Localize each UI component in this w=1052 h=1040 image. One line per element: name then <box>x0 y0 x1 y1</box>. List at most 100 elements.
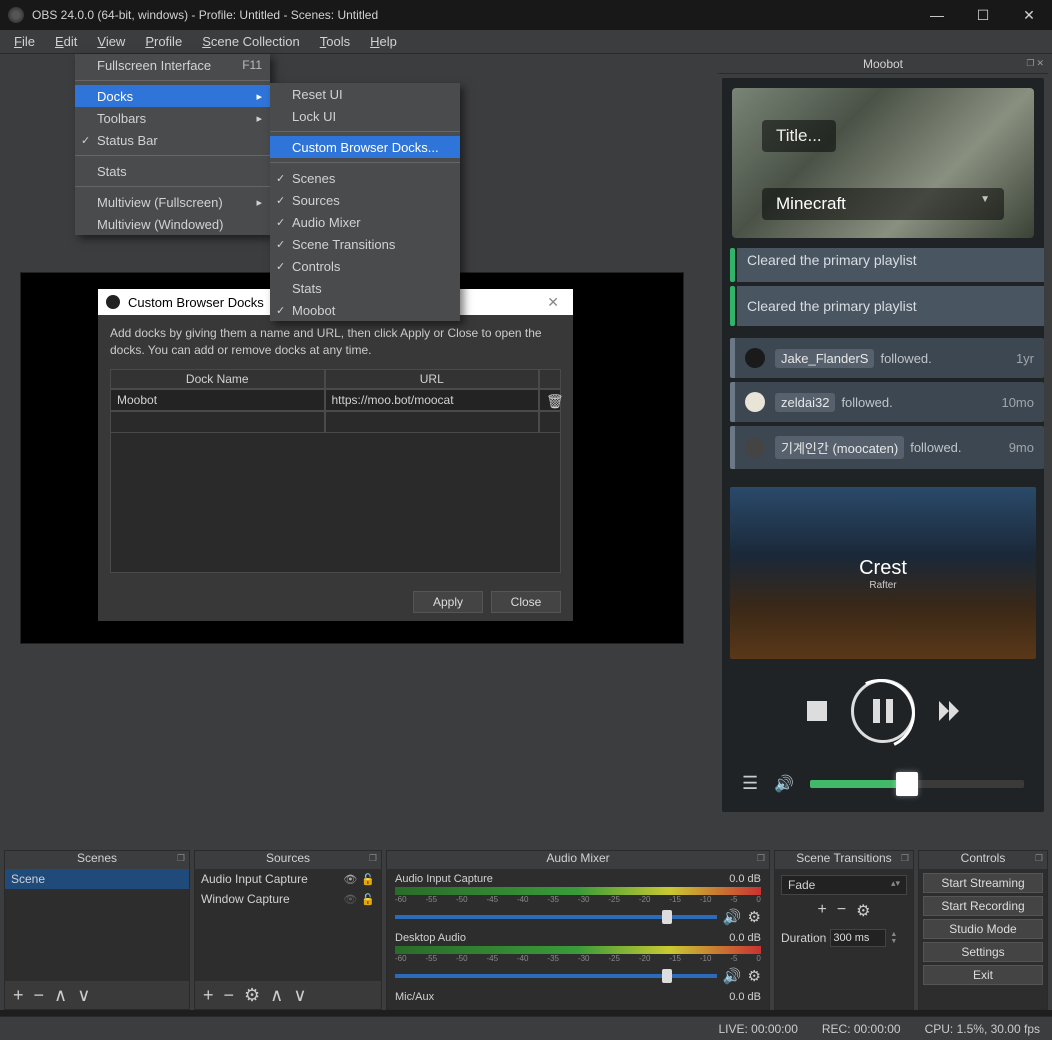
gear-icon[interactable]: ⚙ <box>244 985 260 1006</box>
col-dock-name: Dock Name <box>110 369 325 389</box>
dock-popout-icon[interactable]: ❐ <box>901 853 909 864</box>
menu-help[interactable]: Help <box>360 31 407 52</box>
dock-url-input[interactable]: https://moo.bot/moocat <box>325 389 540 411</box>
move-up-icon[interactable]: ∧ <box>54 985 67 1006</box>
app-icon <box>8 7 24 23</box>
follow-row[interactable]: 기계인간 (moocaten) followed. 9mo <box>730 426 1044 469</box>
dock-popout-icon[interactable]: ❐ <box>1026 58 1034 69</box>
close-dialog-button[interactable]: Close <box>491 591 561 613</box>
follow-row[interactable]: Jake_FlanderS followed. 1yr <box>730 338 1044 378</box>
stop-button[interactable] <box>807 701 827 721</box>
remove-icon[interactable]: − <box>34 985 45 1006</box>
add-icon[interactable]: + <box>13 985 24 1006</box>
docks-mixer[interactable]: Audio Mixer <box>270 211 460 233</box>
close-button[interactable]: ✕ <box>1006 0 1052 30</box>
menu-file[interactable]: File <box>4 31 45 52</box>
dock-name-empty[interactable] <box>110 411 325 433</box>
alert-message: Cleared the primary playlist <box>737 286 1044 326</box>
avatar <box>745 392 765 412</box>
add-icon[interactable]: + <box>203 985 214 1006</box>
docks-moobot[interactable]: Moobot <box>270 299 460 321</box>
stream-title-input[interactable]: Title... <box>762 120 836 152</box>
volume-slider[interactable] <box>395 974 717 978</box>
avatar <box>745 438 765 458</box>
visibility-icon[interactable]: 👁 <box>343 873 357 886</box>
volume-slider[interactable] <box>810 780 1024 788</box>
dialog-hint: Add docks by giving them a name and URL,… <box>110 325 561 359</box>
gear-icon[interactable]: ⚙ <box>748 967 761 985</box>
docks-reset[interactable]: Reset UI <box>270 83 460 105</box>
gear-icon[interactable]: ⚙ <box>856 901 870 921</box>
apply-button[interactable]: Apply <box>413 591 483 613</box>
stream-info-tile: Title... Minecraft▼ <box>732 88 1034 238</box>
transition-select[interactable]: Fade▴▾ <box>781 875 907 895</box>
dock-popout-icon[interactable]: ❐ <box>1035 853 1043 864</box>
dock-popout-icon[interactable]: ❐ <box>369 853 377 864</box>
volume-icon[interactable]: 🔊 <box>774 774 794 794</box>
move-down-icon[interactable]: ∨ <box>77 985 90 1006</box>
move-up-icon[interactable]: ∧ <box>270 985 283 1006</box>
dock-popout-icon[interactable]: ❐ <box>757 853 765 864</box>
view-docks[interactable]: Docks <box>75 85 270 107</box>
dock-name-input[interactable]: Moobot <box>110 389 325 411</box>
docks-sources[interactable]: Sources <box>270 189 460 211</box>
spin-down[interactable]: ▼ <box>890 938 897 945</box>
minimize-button[interactable]: — <box>914 0 960 30</box>
docks-stats[interactable]: Stats <box>270 277 460 299</box>
view-multiview-fullscreen[interactable]: Multiview (Fullscreen) <box>75 191 270 213</box>
alert-message: Cleared the primary playlist <box>737 248 1044 282</box>
dock-url-empty[interactable] <box>325 411 540 433</box>
status-rec: REC: 00:00:00 <box>822 1022 901 1036</box>
start-streaming-button[interactable]: Start Streaming <box>923 873 1043 893</box>
scene-item[interactable]: Scene <box>5 869 189 889</box>
docks-transitions[interactable]: Scene Transitions <box>270 233 460 255</box>
spin-up[interactable]: ▲ <box>890 931 897 938</box>
start-recording-button[interactable]: Start Recording <box>923 896 1043 916</box>
bottom-docks: Scenes❐ Scene + − ∧ ∨ Sources❐ Audio Inp… <box>0 850 1052 1010</box>
menu-profile[interactable]: Profile <box>135 31 192 52</box>
lock-icon[interactable]: 🔓 <box>361 873 375 886</box>
speaker-icon[interactable]: 🔊 <box>723 908 742 926</box>
docks-scenes[interactable]: Scenes <box>270 167 460 189</box>
view-statusbar[interactable]: Status Bar <box>75 129 270 151</box>
dialog-close-button[interactable]: ✕ <box>541 294 565 311</box>
view-fullscreen[interactable]: Fullscreen InterfaceF11 <box>75 54 270 76</box>
follow-row[interactable]: zeldai32 followed. 10mo <box>730 382 1044 422</box>
lock-icon[interactable]: 🔓 <box>361 893 375 906</box>
next-button[interactable] <box>939 701 959 721</box>
menu-tools[interactable]: Tools <box>310 31 360 52</box>
menu-view[interactable]: View <box>87 31 135 52</box>
speaker-icon[interactable]: 🔊 <box>723 967 742 985</box>
avatar <box>745 348 765 368</box>
pause-button[interactable] <box>851 679 915 743</box>
delete-row-button[interactable]: 🗑 <box>539 389 561 411</box>
source-item[interactable]: Audio Input Capture👁🔓 <box>195 869 381 889</box>
view-multiview-windowed[interactable]: Multiview (Windowed) <box>75 213 270 235</box>
visibility-icon[interactable]: 👁 <box>343 893 357 906</box>
maximize-button[interactable]: ☐ <box>960 0 1006 30</box>
menu-edit[interactable]: Edit <box>45 31 87 52</box>
dock-close-icon[interactable]: ✕ <box>1036 58 1044 69</box>
docks-custom-browser[interactable]: Custom Browser Docks... <box>270 136 460 158</box>
dock-popout-icon[interactable]: ❐ <box>177 853 185 864</box>
source-item[interactable]: Window Capture👁🔓 <box>195 889 381 909</box>
add-icon[interactable]: + <box>817 901 826 921</box>
view-toolbars[interactable]: Toolbars <box>75 107 270 129</box>
menu-scene-collection[interactable]: Scene Collection <box>192 31 310 52</box>
remove-icon[interactable]: − <box>224 985 235 1006</box>
exit-button[interactable]: Exit <box>923 965 1043 985</box>
stream-game-select[interactable]: Minecraft▼ <box>762 188 1004 220</box>
settings-button[interactable]: Settings <box>923 942 1043 962</box>
remove-icon[interactable]: − <box>837 901 846 921</box>
docks-controls[interactable]: Controls <box>270 255 460 277</box>
docks-lock[interactable]: Lock UI <box>270 105 460 127</box>
studio-mode-button[interactable]: Studio Mode <box>923 919 1043 939</box>
duration-input[interactable] <box>830 929 886 947</box>
gear-icon[interactable]: ⚙ <box>748 908 761 926</box>
controls-dock: Controls❐ Start Streaming Start Recordin… <box>918 850 1048 1010</box>
view-stats[interactable]: Stats <box>75 160 270 182</box>
playlist-icon[interactable]: ☰ <box>742 773 758 794</box>
audio-meter <box>395 887 761 895</box>
move-down-icon[interactable]: ∨ <box>293 985 306 1006</box>
volume-slider[interactable] <box>395 915 717 919</box>
